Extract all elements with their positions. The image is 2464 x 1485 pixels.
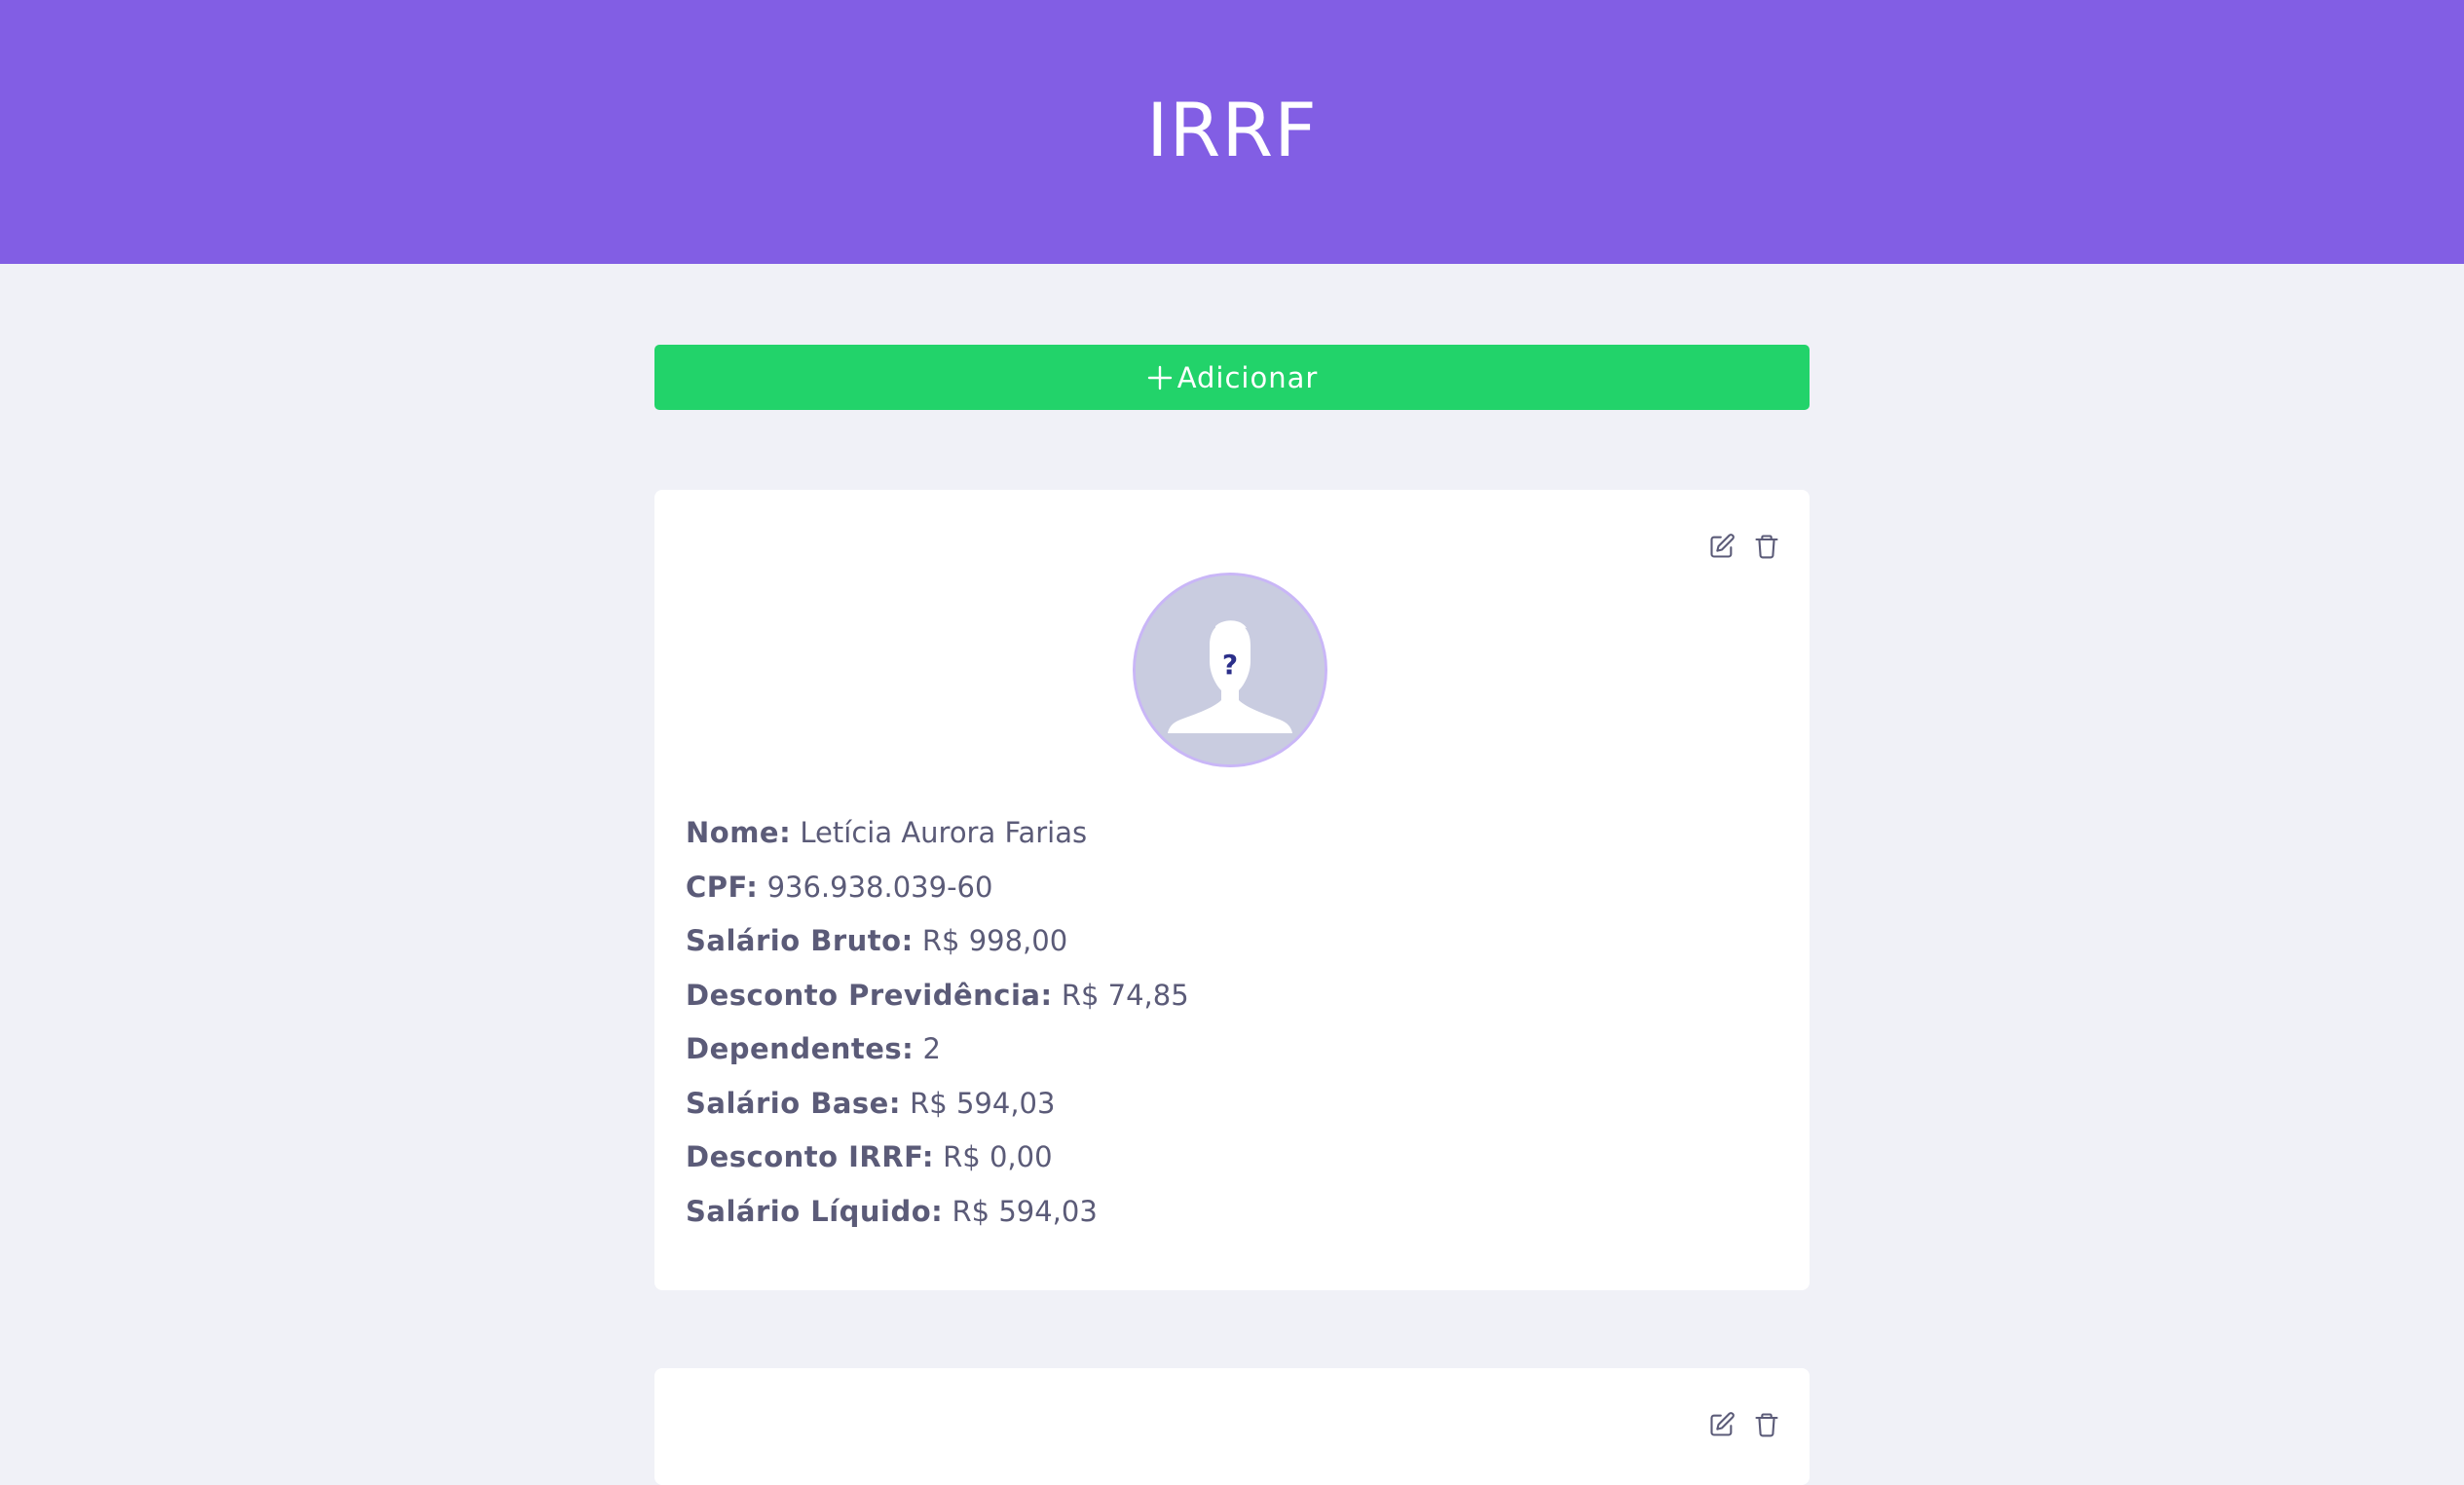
edit-icon[interactable] [1708,533,1736,560]
field-salario-base: Salário Base: R$ 594,03 [686,1077,1778,1132]
field-salario-liquido: Salário Líquido: R$ 594,03 [686,1185,1778,1240]
field-value: R$ 594,03 [952,1194,1098,1228]
plus-icon [1146,364,1174,391]
field-label: Salário Bruto: [686,924,914,957]
add-button[interactable]: Adicionar [654,345,1810,410]
card-actions [1708,533,1780,560]
field-cpf: CPF: 936.938.039-60 [686,861,1778,915]
avatar: ? [1133,573,1327,767]
trash-icon[interactable] [1753,1411,1780,1438]
field-value: 936.938.039-60 [766,870,993,904]
employee-card: ? Nome: Letícia Aurora Farias CPF: 936.9… [654,490,1810,1290]
field-nome: Nome: Letícia Aurora Farias [686,806,1778,861]
card-actions [1708,1411,1780,1438]
field-label: Salário Líquido: [686,1194,944,1228]
unknown-person-icon: ? [1136,575,1325,764]
field-value: R$ 0,00 [943,1140,1053,1173]
employee-details: Nome: Letícia Aurora Farias CPF: 936.938… [686,806,1778,1239]
field-label: Desconto IRRF: [686,1140,934,1173]
page-title: IRRF [1146,87,1318,173]
field-value: Letícia Aurora Farias [800,816,1088,849]
field-label: Desconto Previdência: [686,978,1053,1012]
field-dependentes: Dependentes: 2 [686,1022,1778,1077]
svg-text:?: ? [1222,649,1238,681]
edit-icon[interactable] [1708,1411,1736,1438]
field-value: R$ 998,00 [921,924,1068,957]
trash-icon[interactable] [1753,533,1780,560]
field-label: Salário Base: [686,1086,901,1120]
field-value: R$ 594,03 [910,1086,1056,1120]
field-label: CPF: [686,870,759,904]
field-label: Nome: [686,816,792,849]
field-value: 2 [922,1032,941,1065]
add-button-label: Adicionar [1176,360,1319,394]
field-desconto-previdencia: Desconto Previdência: R$ 74,85 [686,969,1778,1023]
field-label: Dependentes: [686,1032,915,1065]
field-salario-bruto: Salário Bruto: R$ 998,00 [686,914,1778,969]
employee-card [654,1368,1810,1485]
field-desconto-irrf: Desconto IRRF: R$ 0,00 [686,1131,1778,1185]
field-value: R$ 74,85 [1061,978,1189,1012]
page-header: IRRF [0,0,2464,264]
